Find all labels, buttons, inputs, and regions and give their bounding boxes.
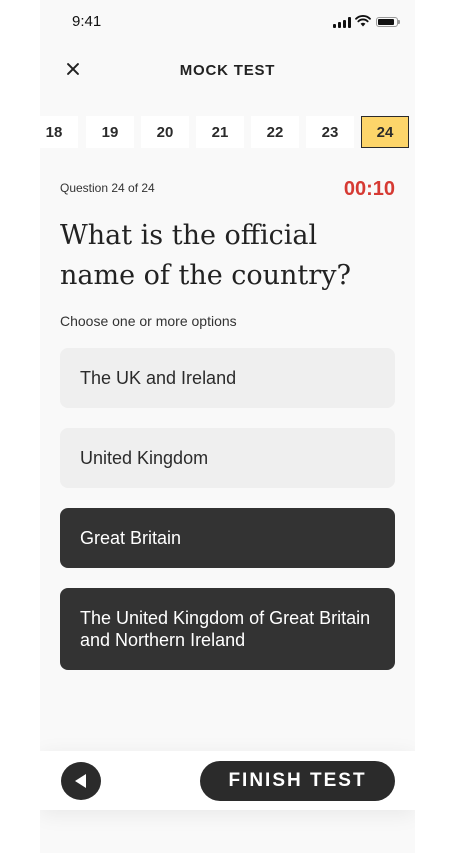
page-title: MOCK TEST: [179, 62, 276, 79]
question-chip-24-active[interactable]: 24: [361, 116, 409, 148]
option-label: United Kingdom: [80, 448, 209, 468]
battery-icon: [376, 17, 400, 27]
status-time: 9:41: [72, 13, 102, 30]
instruction-text: Choose one or more options: [60, 313, 237, 329]
bottom-action-bar: FINISH TEST: [40, 751, 415, 810]
question-navigator: 18 19 20 21 22 23 24: [40, 116, 415, 150]
question-chip-20[interactable]: 20: [141, 116, 189, 148]
answer-option-4-selected[interactable]: The United Kingdom of Great Britain and …: [60, 588, 395, 670]
back-arrow-icon: [75, 774, 86, 788]
status-bar: 9:41: [40, 0, 415, 44]
question-text: What is the official name of the country…: [60, 220, 351, 291]
header: MOCK TEST: [40, 44, 415, 96]
answer-option-1[interactable]: The UK and Ireland: [60, 348, 395, 408]
question-chip-19[interactable]: 19: [86, 116, 134, 148]
answer-option-3-selected[interactable]: Great Britain: [60, 508, 395, 568]
option-label: Great Britain: [80, 528, 182, 548]
wifi-icon: [355, 15, 371, 27]
question-chip-21[interactable]: 21: [196, 116, 244, 148]
question-counter: Question 24 of 24: [60, 181, 155, 195]
question-chip-22[interactable]: 22: [251, 116, 299, 148]
countdown-timer: 00:10: [343, 178, 395, 200]
back-button[interactable]: [61, 762, 101, 800]
question-chip-18[interactable]: 18: [40, 116, 78, 148]
signal-icon: [333, 17, 351, 28]
answer-option-2[interactable]: United Kingdom: [60, 428, 395, 488]
option-label: The UK and Ireland: [80, 368, 237, 388]
option-label: The United Kingdom of Great Britain and …: [80, 608, 371, 650]
finish-test-button[interactable]: FINISH TEST: [200, 761, 395, 801]
app-screen: 9:41 MOCK TEST 18 19 20 21 22 23 24 Ques…: [40, 0, 415, 853]
question-chip-23[interactable]: 23: [306, 116, 354, 148]
